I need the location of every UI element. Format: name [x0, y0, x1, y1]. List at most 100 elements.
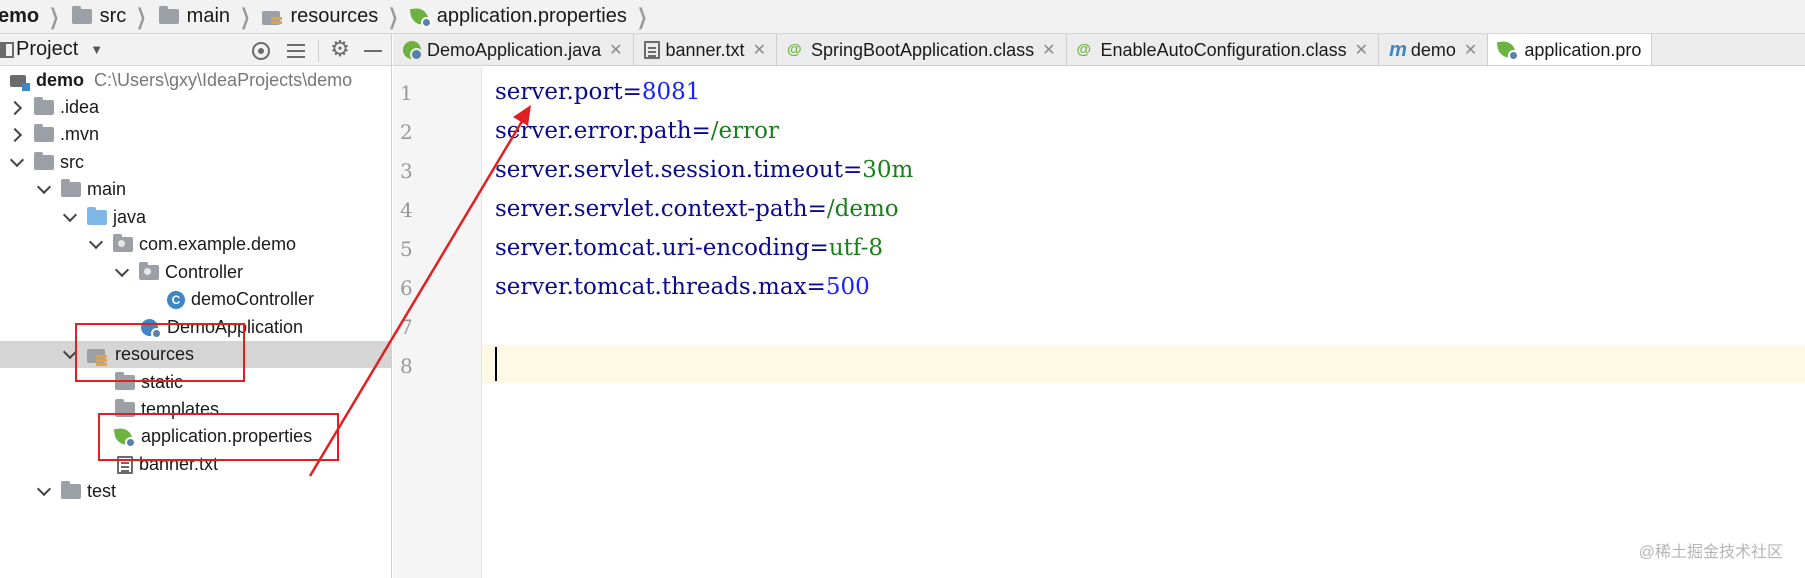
maven-icon: m [1389, 38, 1407, 61]
breadcrumb-item-main[interactable]: main [155, 0, 234, 33]
folder-icon [34, 152, 54, 170]
code-line: server.tomcat.uri-encoding=utf-8 [495, 235, 883, 261]
chevron-down-icon[interactable] [10, 156, 24, 170]
tab-enableautoconfiguration-class[interactable]: @ EnableAutoConfiguration.class ✕ [1067, 34, 1380, 65]
toolbar-divider [318, 40, 319, 62]
tab-demo-pom[interactable]: m demo ✕ [1379, 34, 1489, 65]
tree-item-democontroller[interactable]: C demoController [0, 286, 391, 313]
tree-item-main[interactable]: main [0, 176, 391, 203]
line-number: 7 [400, 315, 413, 339]
folder-icon [158, 6, 179, 24]
folder-icon [34, 124, 54, 142]
tab-demoapplication-java[interactable]: DemoApplication.java ✕ [393, 34, 634, 65]
tree-item-controller[interactable]: Controller [0, 259, 391, 286]
project-tool-window: Project ▼ ⚙ demo C:\Users\gxy\IdeaProjec… [0, 34, 392, 578]
dropdown-arrow-icon[interactable]: ▼ [90, 42, 103, 57]
annotation-icon: @ [786, 41, 802, 58]
breadcrumb-item-file[interactable]: application.properties [407, 0, 631, 33]
tree-item-label: src [60, 152, 84, 172]
navigation-breadcrumb: emo ❯ src ❯ main ❯ resources ❯ applicati… [0, 0, 1805, 34]
code-line: server.servlet.session.timeout=30m [495, 157, 914, 183]
project-panel-title[interactable]: Project [16, 38, 78, 61]
close-icon[interactable]: ✕ [1355, 40, 1368, 60]
gear-icon[interactable]: ⚙ [330, 36, 350, 61]
tab-application-properties[interactable]: application.pro [1488, 34, 1653, 65]
tab-label: DemoApplication.java [427, 39, 602, 60]
line-number: 2 [400, 120, 413, 144]
chevron-down-icon[interactable] [115, 266, 129, 280]
chevron-right-icon[interactable] [10, 128, 24, 142]
tab-label: EnableAutoConfiguration.class [1100, 39, 1347, 60]
close-icon[interactable]: ✕ [753, 40, 766, 60]
tab-springbootapplication-class[interactable]: @ SpringBootApplication.class ✕ [777, 34, 1067, 65]
breadcrumb-label: resources [290, 5, 379, 27]
tree-item-label: demoController [191, 289, 315, 309]
tree-item-package[interactable]: com.example.demo [0, 231, 391, 258]
chevron-down-icon[interactable] [63, 211, 77, 225]
text-caret [495, 347, 497, 381]
tab-label: SpringBootApplication.class [810, 39, 1035, 60]
line-number: 4 [400, 198, 413, 222]
locate-file-icon[interactable] [252, 42, 270, 60]
highlight-box-application-properties [98, 413, 339, 461]
tab-label: application.pro [1524, 39, 1642, 60]
breadcrumb-item-src[interactable]: src [68, 0, 131, 33]
chevron-down-icon[interactable] [37, 485, 51, 499]
chevron-right-icon: ❯ [636, 3, 648, 29]
resources-folder-icon [262, 8, 283, 26]
line-number: 3 [400, 159, 413, 183]
chevron-down-icon[interactable] [37, 183, 51, 197]
chevron-right-icon[interactable] [10, 101, 24, 115]
spring-config-icon [409, 6, 432, 28]
spring-class-icon [403, 41, 423, 61]
chevron-right-icon: ❯ [49, 3, 60, 29]
close-icon[interactable]: ✕ [1464, 40, 1477, 60]
chevron-right-icon: ❯ [136, 3, 147, 29]
collapse-all-icon[interactable] [286, 41, 306, 61]
folder-icon [71, 6, 92, 24]
tree-item-src[interactable]: src [0, 149, 391, 176]
spring-config-icon [1497, 39, 1520, 61]
close-icon[interactable]: ✕ [1042, 40, 1055, 60]
breadcrumb-item-resources[interactable]: resources [258, 0, 382, 33]
folder-icon [34, 97, 54, 115]
tree-item-label: .idea [60, 97, 100, 117]
tree-item-label: com.example.demo [139, 234, 297, 254]
tree-item-label: Controller [165, 262, 244, 282]
tree-item-mvn[interactable]: .mvn [0, 121, 391, 148]
tree-item-java[interactable]: java [0, 204, 391, 231]
highlight-box-resources [75, 323, 245, 382]
annotation-icon: @ [1076, 41, 1092, 58]
chevron-down-icon[interactable] [89, 238, 103, 252]
breadcrumb-label: application.properties [436, 5, 627, 27]
line-number-gutter: 1 2 3 4 5 6 7 8 [393, 67, 482, 578]
tree-item-label: test [87, 481, 117, 501]
project-panel-header: Project ▼ ⚙ [0, 34, 391, 66]
code-line: server.port=8081 [495, 79, 701, 105]
tree-item-test[interactable]: test [0, 478, 391, 505]
breadcrumb-item-project[interactable]: emo [0, 0, 43, 33]
package-icon [113, 234, 133, 252]
close-icon[interactable]: ✕ [609, 40, 622, 60]
source-folder-icon [87, 207, 107, 225]
watermark-text: @稀土掘金技术社区 [1638, 544, 1783, 561]
code-line: server.error.path=/error [495, 118, 779, 144]
tree-item-demo[interactable]: demo C:\Users\gxy\IdeaProjects\demo [0, 67, 391, 94]
tree-item-label: main [87, 179, 127, 199]
folder-icon [61, 481, 81, 499]
project-module-icon [10, 73, 30, 91]
tree-item-label: demo [36, 70, 85, 90]
hide-panel-icon[interactable] [363, 41, 383, 61]
class-icon: C [167, 290, 185, 309]
package-icon [139, 262, 159, 280]
chevron-right-icon: ❯ [388, 3, 399, 29]
breadcrumb-label: src [99, 5, 127, 27]
folder-icon [61, 179, 81, 197]
breadcrumb-label: main [186, 5, 231, 27]
tab-banner-txt[interactable]: banner.txt ✕ [634, 34, 777, 65]
code-editor[interactable]: 1 2 3 4 5 6 7 8 server.port=8081 server.… [393, 67, 1805, 578]
line-number: 8 [400, 354, 413, 378]
current-line-highlight [393, 345, 1805, 383]
project-path: C:\Users\gxy\IdeaProjects\demo [94, 70, 353, 90]
tree-item-idea[interactable]: .idea [0, 94, 391, 121]
